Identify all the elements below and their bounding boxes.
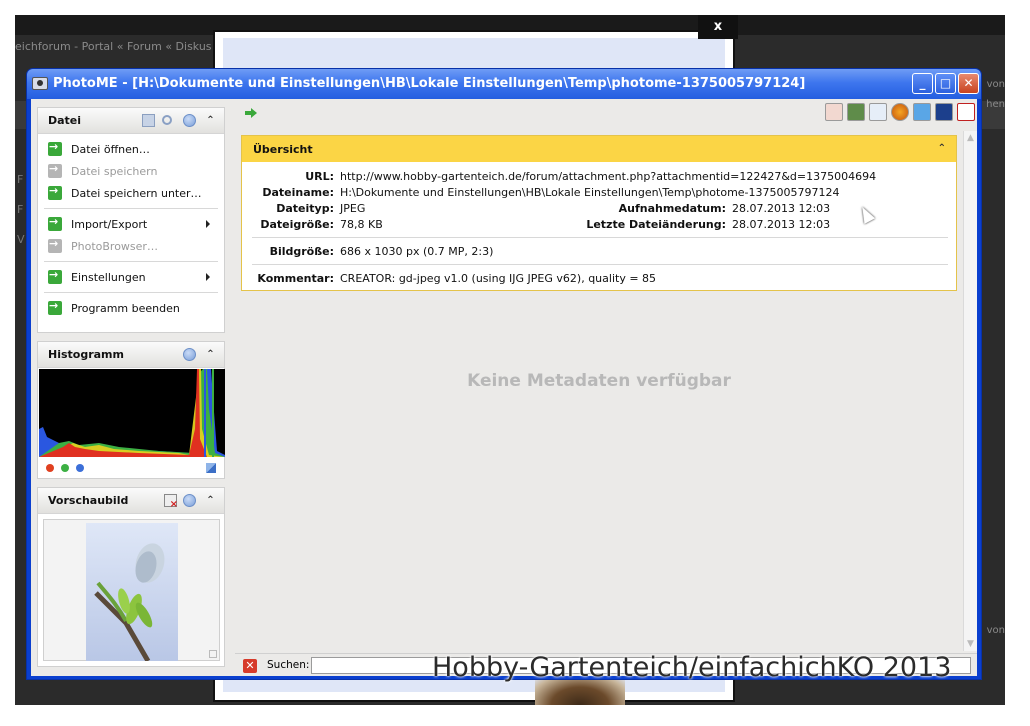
red-channel-toggle[interactable]	[46, 464, 54, 472]
imagesize-label: Bildgröße:	[269, 245, 334, 258]
minimize-button[interactable]: _	[912, 73, 933, 94]
vertical-scrollbar[interactable]: ▲ ▼	[963, 131, 977, 651]
menu-item-import-export[interactable]: Import/Export	[44, 213, 218, 235]
resize-grip[interactable]	[209, 650, 217, 658]
collapse-icon[interactable]: ⌃	[204, 348, 217, 361]
window-title: PhotoME - [H:\Dokumente und Einstellunge…	[53, 76, 806, 91]
lightbox-close-button[interactable]: x	[698, 15, 738, 39]
comment-value: CREATOR: gd-jpeg v1.0 (using IJG JPEG v6…	[340, 272, 657, 285]
collapse-icon[interactable]: ⌃	[204, 494, 217, 507]
blue-channel-toggle[interactable]	[76, 464, 84, 472]
preview-image-frame	[43, 519, 220, 661]
background-right-text-bottom: von	[986, 625, 1005, 636]
maximize-button[interactable]: □	[935, 73, 956, 94]
help-icon[interactable]	[183, 348, 196, 361]
title-bar[interactable]: PhotoME - [H:\Dokumente und Einstellunge…	[27, 69, 981, 99]
preview-panel: Vorschaubild ⌃	[37, 487, 225, 667]
firefox-icon[interactable]	[891, 103, 909, 121]
magnify-icon[interactable]	[162, 115, 172, 125]
green-arrow-icon	[48, 299, 62, 315]
overview-separator	[252, 264, 948, 265]
capture-date-value: 28.07.2013 12:03	[732, 202, 831, 215]
datei-panel-header[interactable]: Datei ⌃	[38, 108, 224, 134]
submenu-arrow-icon	[206, 273, 210, 281]
menu-item-photobrowser[interactable]: PhotoBrowser…	[44, 235, 218, 257]
preview-icon[interactable]	[869, 103, 887, 121]
capture-date-label: Aufnahmedatum:	[618, 202, 726, 215]
filename-label: Dateiname:	[262, 186, 334, 199]
datei-panel-title: Datei	[48, 114, 82, 127]
histogram-panel-header[interactable]: Histogramm ⌃	[38, 342, 224, 368]
filesize-value: 78,8 KB	[340, 218, 383, 231]
submenu-arrow-icon	[206, 220, 210, 228]
menu-item-einstellungen[interactable]: Einstellungen	[44, 266, 218, 288]
main-toolbar	[235, 99, 977, 129]
overview-panel: Übersicht ⌃ URL: http://www.hobby-garten…	[241, 135, 957, 291]
histogram-panel-title: Histogramm	[48, 348, 124, 361]
overview-separator	[252, 237, 948, 238]
green-arrow-icon	[48, 140, 62, 156]
preview-panel-title: Vorschaubild	[48, 494, 129, 507]
help-icon[interactable]	[183, 114, 196, 127]
collapse-icon[interactable]: ⌃	[938, 143, 946, 154]
preview-image	[86, 523, 178, 661]
green-arrow-icon	[48, 268, 62, 284]
menu-separator	[44, 292, 218, 293]
menu-separator	[44, 208, 218, 209]
menu-separator	[44, 261, 218, 262]
comment-label: Kommentar:	[257, 272, 334, 285]
psd-icon[interactable]	[913, 103, 931, 121]
grey-arrow-icon	[48, 237, 62, 253]
url-value: http://www.hobby-gartenteich.de/forum/at…	[340, 170, 877, 183]
overview-header[interactable]: Übersicht ⌃	[242, 136, 956, 162]
no-metadata-message: Keine Metadaten verfügbar	[467, 371, 731, 391]
photome-app-icon	[32, 77, 48, 90]
green-arrow-icon	[48, 215, 62, 231]
modified-label: Letzte Dateiänderung:	[586, 218, 726, 231]
menu-item-programm-beenden[interactable]: Programm beenden	[44, 297, 218, 319]
datei-menu: Datei öffnen… Datei speichern Datei spei…	[38, 134, 224, 319]
scroll-down-icon[interactable]: ▼	[964, 637, 977, 651]
histogram-panel: Histogramm ⌃	[37, 341, 225, 479]
grey-arrow-icon	[48, 162, 62, 178]
background-breadcrumb: eichforum - Portal « Forum « Diskus	[15, 40, 212, 53]
watermark: Hobby-Gartenteich/einfachichKO 2013	[432, 652, 952, 683]
window-client-area: Datei ⌃ Datei öffnen… Datei speichern Da…	[31, 99, 977, 676]
remove-preview-icon[interactable]	[164, 494, 178, 510]
filesize-label: Dateigröße:	[260, 218, 334, 231]
main-content: Übersicht ⌃ URL: http://www.hobby-garten…	[235, 131, 963, 651]
overview-title: Übersicht	[253, 143, 313, 156]
close-button[interactable]: ✕	[958, 73, 979, 94]
menu-item-datei-speichern[interactable]: Datei speichern	[44, 160, 218, 182]
search-label: Suchen:	[267, 659, 310, 671]
histogram-export-icon[interactable]	[206, 463, 216, 473]
datei-panel: Datei ⌃ Datei öffnen… Datei speichern Da…	[37, 107, 225, 333]
background-right-text: von hen	[986, 79, 1005, 110]
photoshop-icon[interactable]	[935, 103, 953, 121]
histogram-channel-selector	[46, 464, 84, 472]
forward-arrow-icon[interactable]	[245, 108, 257, 118]
filename-value: H:\Dokumente und Einstellungen\HB\Lokale…	[340, 186, 840, 199]
photome-window: PhotoME - [H:\Dokumente und Einstellunge…	[26, 68, 982, 680]
preview-panel-header[interactable]: Vorschaubild ⌃	[38, 488, 224, 514]
exif-report-icon[interactable]	[825, 103, 843, 121]
background-left-text: F F V	[17, 173, 25, 246]
modified-value: 28.07.2013 12:03	[732, 218, 831, 231]
filetype-value: JPEG	[340, 202, 366, 215]
menu-item-datei-speichern-unter[interactable]: Datei speichern unter…	[44, 182, 218, 204]
pdf-icon[interactable]	[957, 103, 975, 121]
image-icon[interactable]	[847, 103, 865, 121]
url-label: URL:	[305, 170, 334, 183]
histogram-graph	[39, 369, 225, 457]
scroll-up-icon[interactable]: ▲	[964, 131, 977, 145]
copy-icon[interactable]	[142, 114, 155, 127]
menu-item-datei-oeffnen[interactable]: Datei öffnen…	[44, 138, 218, 160]
filetype-label: Dateityp:	[276, 202, 334, 215]
imagesize-value: 686 x 1030 px (0.7 MP, 2:3)	[340, 245, 494, 258]
close-search-icon[interactable]: ✕	[243, 659, 257, 673]
collapse-icon[interactable]: ⌃	[204, 114, 217, 127]
green-channel-toggle[interactable]	[61, 464, 69, 472]
help-icon[interactable]	[183, 494, 196, 507]
green-arrow-icon	[48, 184, 62, 200]
